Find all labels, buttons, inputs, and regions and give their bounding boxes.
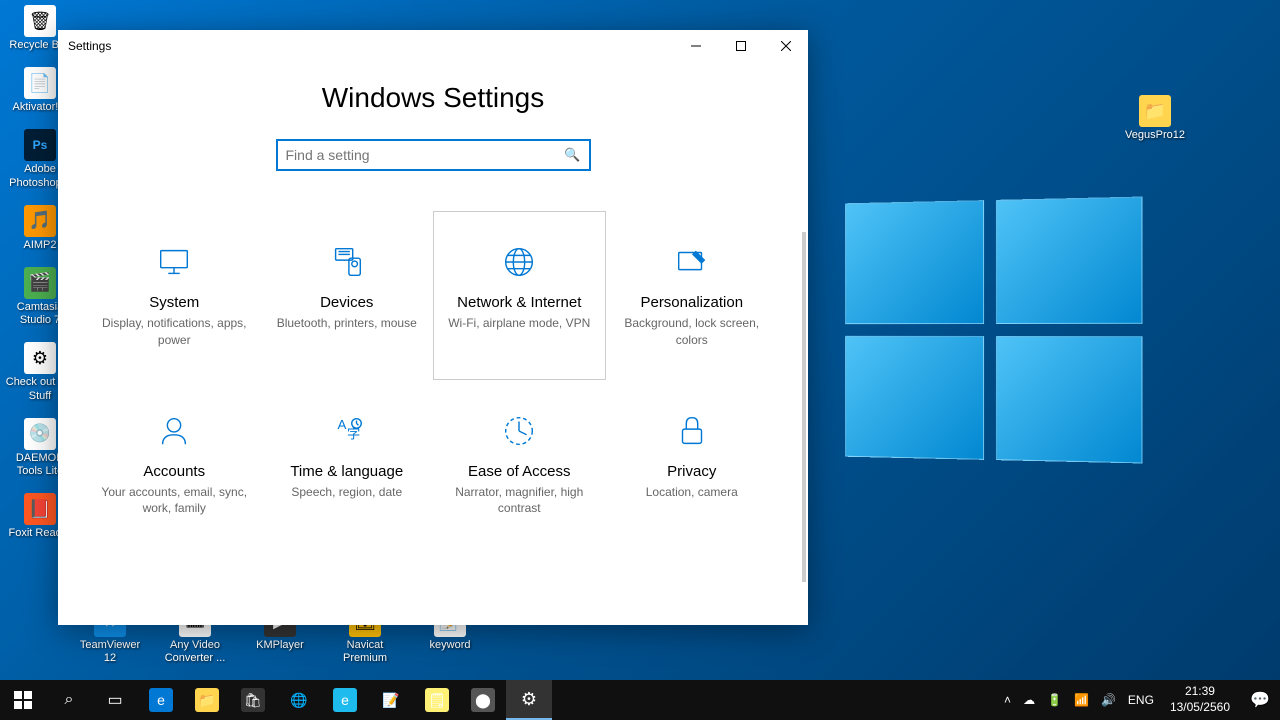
- disc-icon: 💿: [24, 418, 56, 450]
- personalization-icon: [617, 242, 768, 282]
- close-button[interactable]: [763, 30, 808, 62]
- search-box[interactable]: 🔍: [276, 139, 591, 171]
- taskbar: ⌕ ▭ e 📁 🛍 🌐 e 📝 🗒 ⬤ ⚙ ˄ ☁ 🔋 📶 🔊 ENG 21:3…: [0, 680, 1280, 720]
- wifi-icon: 📶: [1074, 693, 1089, 707]
- titlebar[interactable]: Settings: [58, 30, 808, 62]
- category-ease-of-access[interactable]: Ease of Access Narrator, magnifier, high…: [433, 380, 606, 549]
- chevron-up-icon: ˄: [1004, 693, 1011, 707]
- globe-icon: [444, 242, 595, 282]
- taskbar-app-ie[interactable]: e: [322, 680, 368, 720]
- volume-icon: 🔊: [1101, 693, 1116, 707]
- category-network[interactable]: Network & Internet Wi-Fi, airplane mode,…: [433, 211, 606, 380]
- settings-window: Settings Windows Settings 🔍 System Displ…: [58, 30, 808, 625]
- category-devices[interactable]: Devices Bluetooth, printers, mouse: [261, 211, 434, 380]
- taskbar-app-store[interactable]: 🛍: [230, 680, 276, 720]
- display-icon: [99, 242, 250, 282]
- camtasia-icon: 🎬: [24, 267, 56, 299]
- notepad-icon: 📝: [379, 688, 403, 712]
- tray-onedrive[interactable]: ☁: [1017, 680, 1041, 720]
- battery-icon: 🔋: [1047, 693, 1062, 707]
- taskbar-app-unknown[interactable]: ⬤: [460, 680, 506, 720]
- ie-icon: e: [333, 688, 357, 712]
- lock-icon: [617, 411, 768, 451]
- search-icon: 🔍: [564, 147, 580, 163]
- windows-icon: [14, 691, 32, 709]
- taskbar-app-chrome[interactable]: 🌐: [276, 680, 322, 720]
- notification-icon: 💬: [1250, 690, 1270, 710]
- devices-icon: [272, 242, 423, 282]
- store-icon: 🛍: [241, 688, 265, 712]
- category-time-language[interactable]: A字 Time & language Speech, region, date: [261, 380, 434, 549]
- taskbar-app-notepad[interactable]: 📝: [368, 680, 414, 720]
- maximize-button[interactable]: [718, 30, 763, 62]
- taskbar-app-edge[interactable]: e: [138, 680, 184, 720]
- start-button[interactable]: [0, 680, 46, 720]
- minimize-button[interactable]: [673, 30, 718, 62]
- taskbar-app-sticky[interactable]: 🗒: [414, 680, 460, 720]
- scrollbar[interactable]: [802, 232, 806, 582]
- ease-of-access-icon: [444, 411, 595, 451]
- tray-network[interactable]: 📶: [1068, 680, 1095, 720]
- edge-icon: e: [149, 688, 173, 712]
- photoshop-icon: Ps: [24, 129, 56, 161]
- category-system[interactable]: System Display, notifications, apps, pow…: [88, 211, 261, 380]
- folder-icon: 📁: [195, 688, 219, 712]
- tray-language[interactable]: ENG: [1122, 680, 1160, 720]
- foxit-icon: 📕: [24, 493, 56, 525]
- app-icon: ⬤: [471, 688, 495, 712]
- tray-action-center[interactable]: 💬: [1240, 680, 1280, 720]
- taskbar-app-settings[interactable]: ⚙: [506, 680, 552, 720]
- taskbar-app-explorer[interactable]: 📁: [184, 680, 230, 720]
- time-language-icon: A字: [272, 411, 423, 451]
- person-icon: [99, 411, 250, 451]
- category-personalization[interactable]: Personalization Background, lock screen,…: [606, 211, 779, 380]
- folder-icon: 📁: [1139, 95, 1171, 127]
- search-button[interactable]: ⌕: [46, 680, 92, 720]
- recycle-bin-icon: 🗑: [24, 5, 56, 37]
- tray-chevron[interactable]: ˄: [998, 680, 1017, 720]
- tray-volume[interactable]: 🔊: [1095, 680, 1122, 720]
- sticky-icon: 🗒: [425, 688, 449, 712]
- svg-text:A: A: [337, 417, 346, 432]
- cloud-icon: ☁: [1023, 693, 1035, 707]
- windows-logo-wallpaper: [845, 197, 1142, 464]
- desktop-icon-veguspro[interactable]: 📁VegusPro12: [1120, 95, 1190, 142]
- page-title: Windows Settings: [88, 82, 778, 114]
- gear-icon: ⚙: [24, 342, 56, 374]
- category-privacy[interactable]: Privacy Location, camera: [606, 380, 779, 549]
- category-accounts[interactable]: Accounts Your accounts, email, sync, wor…: [88, 380, 261, 549]
- window-title: Settings: [68, 39, 111, 53]
- aimp-icon: 🎵: [24, 205, 56, 237]
- task-view-button[interactable]: ▭: [92, 680, 138, 720]
- search-input[interactable]: [286, 147, 565, 163]
- chrome-icon: 🌐: [287, 688, 311, 712]
- svg-text:字: 字: [347, 426, 360, 441]
- gear-icon: ⚙: [517, 687, 541, 711]
- tray-time: 21:39: [1170, 684, 1230, 700]
- tray-battery[interactable]: 🔋: [1041, 680, 1068, 720]
- search-icon: ⌕: [65, 691, 74, 709]
- tray-clock[interactable]: 21:39 13/05/2560: [1160, 684, 1240, 715]
- task-view-icon: ▭: [107, 690, 122, 710]
- file-icon: 📄: [24, 67, 56, 99]
- tray-date: 13/05/2560: [1170, 700, 1230, 716]
